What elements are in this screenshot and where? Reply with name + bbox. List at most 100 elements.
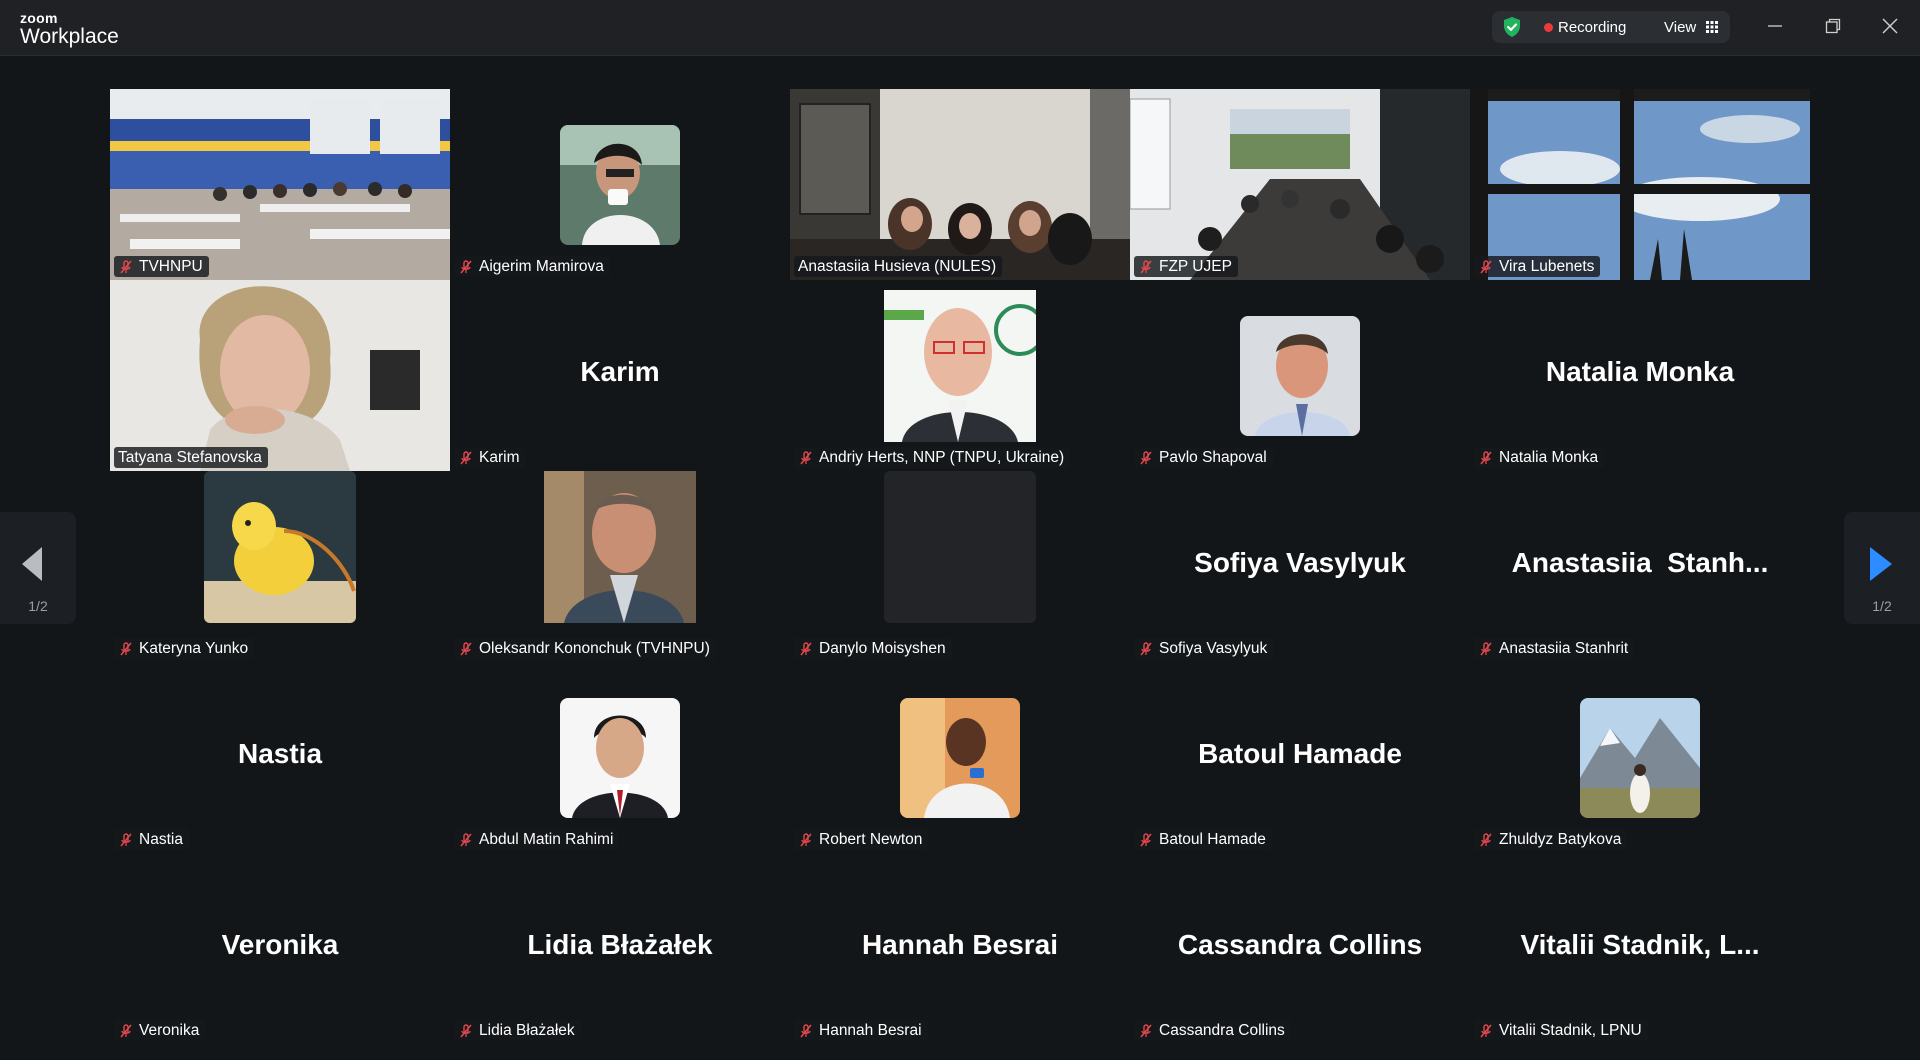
participant-name-label: Veronika [114, 1020, 206, 1041]
participant-name: Vira Lubenets [1499, 257, 1595, 275]
page-indicator-right: 1/2 [1872, 598, 1892, 614]
participant-display-name: Natalia Monka [1545, 356, 1735, 387]
participant-tile-sofiya-vasylyuk[interactable]: Sofiya Vasylyuk Sofiya Vasylyuk [1130, 471, 1470, 662]
muted-microphone-icon [1140, 832, 1152, 846]
participant-tile-andriy-herts[interactable]: Andriy Herts, NNP (TNPU, Ukraine) [790, 280, 1130, 471]
recording-dot-icon [1544, 23, 1553, 32]
participant-name: Anastasiia Stanhrit [1499, 639, 1629, 657]
participant-display-name: Cassandra Collins [1177, 929, 1423, 960]
shield-check-icon[interactable] [1500, 15, 1524, 39]
muted-microphone-icon [1480, 259, 1492, 273]
participant-tile-cassandra-collins[interactable]: Cassandra Collins Cassandra Collins [1130, 853, 1470, 1044]
participant-tile-karim[interactable]: Karim Karim [450, 280, 790, 471]
participant-name: Natalia Monka [1499, 448, 1599, 466]
participant-name-label: Tatyana Stefanovska [114, 447, 268, 468]
participant-name: Zhuldyz Batykova [1499, 830, 1622, 848]
participant-name-label: Sofiya Vasylyuk [1134, 638, 1274, 659]
next-page-button[interactable]: 1/2 [1844, 512, 1920, 624]
participant-name-label: Zhuldyz Batykova [1474, 829, 1628, 850]
participant-name-label: Abdul Matin Rahimi [454, 829, 620, 850]
participant-tile-vira-lubenets[interactable]: Vira Lubenets [1470, 89, 1810, 280]
participant-tile-anastasiia-husieva[interactable]: Anastasiia Husieva (NULES) [790, 89, 1130, 280]
participant-name-label: Pavlo Shapoval [1134, 447, 1273, 468]
participant-name: Danylo Moisyshen [819, 639, 946, 657]
avatar [204, 471, 356, 623]
participant-name-label: Oleksandr Kononchuk (TVHNPU) [454, 638, 716, 659]
participant-tile-aigerim-mamirova[interactable]: Aigerim Mamirova [450, 89, 790, 280]
participant-tile-vitalii-stadnik[interactable]: Vitalii Stadnik, L... Vitalii Stadnik, L… [1470, 853, 1810, 1044]
muted-microphone-icon [1140, 641, 1152, 655]
participant-name-label: Danylo Moisyshen [794, 638, 952, 659]
participant-name-label: Andriy Herts, NNP (TNPU, Ukraine) [794, 447, 1071, 468]
logo-zoom-text: zoom [20, 10, 58, 26]
participant-tile-batoul-hamade[interactable]: Batoul Hamade Batoul Hamade [1130, 662, 1470, 853]
participant-name: Tatyana Stefanovska [118, 448, 262, 466]
participant-name: Nastia [139, 830, 183, 848]
logo-workplace-text: Workplace [20, 25, 119, 48]
participant-tile-anastasiia-stanhrit[interactable]: Anastasiia Stanh... Anastasiia Stanhrit [1470, 471, 1810, 662]
view-button[interactable]: View [1656, 11, 1726, 43]
muted-microphone-icon [1140, 259, 1152, 273]
participant-name-label: Karim [454, 447, 526, 468]
close-button[interactable] [1872, 10, 1908, 42]
muted-microphone-icon [800, 832, 812, 846]
participant-name: FZP UJEP [1159, 257, 1232, 275]
participant-tile-nastia[interactable]: Nastia Nastia [110, 662, 450, 853]
muted-microphone-icon [1480, 1023, 1492, 1037]
participant-tile-oleksandr-kononchuk[interactable]: Oleksandr Kononchuk (TVHNPU) [450, 471, 790, 662]
participant-tile-danylo-moisyshen[interactable]: Danylo Moisyshen [790, 471, 1130, 662]
participant-name: Kateryna Yunko [139, 639, 249, 657]
participant-tile-natalia-monka[interactable]: Natalia Monka Natalia Monka [1470, 280, 1810, 471]
participant-display-name: Vitalii Stadnik, L... [1520, 929, 1760, 960]
participant-tile-fzp-ujep[interactable]: FZP UJEP [1130, 89, 1470, 280]
participant-display-name: Sofiya Vasylyuk [1194, 547, 1406, 578]
avatar [544, 471, 696, 623]
participant-name: TVHNPU [139, 257, 203, 275]
participant-name: Aigerim Mamirova [479, 257, 604, 275]
arrow-right-icon [1870, 547, 1892, 581]
participant-tile-robert-newton[interactable]: Robert Newton [790, 662, 1130, 853]
participant-name: Oleksandr Kononchuk (TVHNPU) [479, 639, 710, 657]
video-feed [1130, 89, 1470, 280]
participant-tile-hannah-besrai[interactable]: Hannah Besrai Hannah Besrai [790, 853, 1130, 1044]
participant-tile-tatyana-stefanovska[interactable]: Tatyana Stefanovska [110, 280, 450, 471]
participant-tile-kateryna-yunko[interactable]: Kateryna Yunko [110, 471, 450, 662]
participant-name: Pavlo Shapoval [1159, 448, 1267, 466]
participant-tile-zhuldyz-batykova[interactable]: Zhuldyz Batykova [1470, 662, 1810, 853]
participant-name-label: Anastasiia Husieva (NULES) [794, 256, 1003, 277]
muted-microphone-icon [1480, 450, 1492, 464]
avatar [1240, 316, 1360, 436]
participant-name-label: FZP UJEP [1134, 256, 1238, 277]
muted-microphone-icon [1480, 641, 1492, 655]
participant-tile-veronika[interactable]: Veronika Veronika [110, 853, 450, 1044]
participant-display-name: Hannah Besrai [861, 929, 1059, 960]
participant-tile-lidia-blazalek[interactable]: Lidia Błażałek Lidia Błażałek [450, 853, 790, 1044]
participant-name-label: Vira Lubenets [1474, 256, 1601, 277]
avatar [560, 698, 680, 818]
grid-icon [1706, 21, 1718, 33]
recording-label[interactable]: Recording [1558, 19, 1626, 36]
muted-microphone-icon [120, 1023, 132, 1037]
participant-name: Anastasiia Husieva (NULES) [798, 257, 997, 275]
page-indicator-left: 1/2 [28, 598, 48, 614]
participant-tile-pavlo-shapoval[interactable]: Pavlo Shapoval [1130, 280, 1470, 471]
video-feed [1470, 89, 1810, 280]
muted-microphone-icon [800, 641, 812, 655]
participant-gallery: TVHNPU Aigerim Mamirova Anastasiia Husie… [110, 89, 1810, 1044]
participant-name-label: Kateryna Yunko [114, 638, 255, 659]
participant-display-name: Nastia [237, 738, 323, 769]
participant-display-name: Batoul Hamade [1198, 738, 1402, 769]
previous-page-button[interactable]: 1/2 [0, 512, 76, 624]
participant-name-label: Cassandra Collins [1134, 1020, 1291, 1041]
participant-display-name: Lidia Błażałek [527, 929, 713, 960]
muted-microphone-icon [120, 641, 132, 655]
restore-button[interactable] [1815, 10, 1851, 42]
muted-microphone-icon [460, 1023, 472, 1037]
participant-name: Lidia Błażałek [479, 1021, 575, 1039]
zoom-workplace-logo: zoom Workplace [20, 11, 119, 47]
participant-tile-tvhnpu[interactable]: TVHNPU [110, 89, 450, 280]
participant-name-label: Nastia [114, 829, 189, 850]
participant-tile-abdul-matin-rahimi[interactable]: Abdul Matin Rahimi [450, 662, 790, 853]
minimize-button[interactable] [1757, 10, 1793, 42]
participant-name: Batoul Hamade [1159, 830, 1266, 848]
